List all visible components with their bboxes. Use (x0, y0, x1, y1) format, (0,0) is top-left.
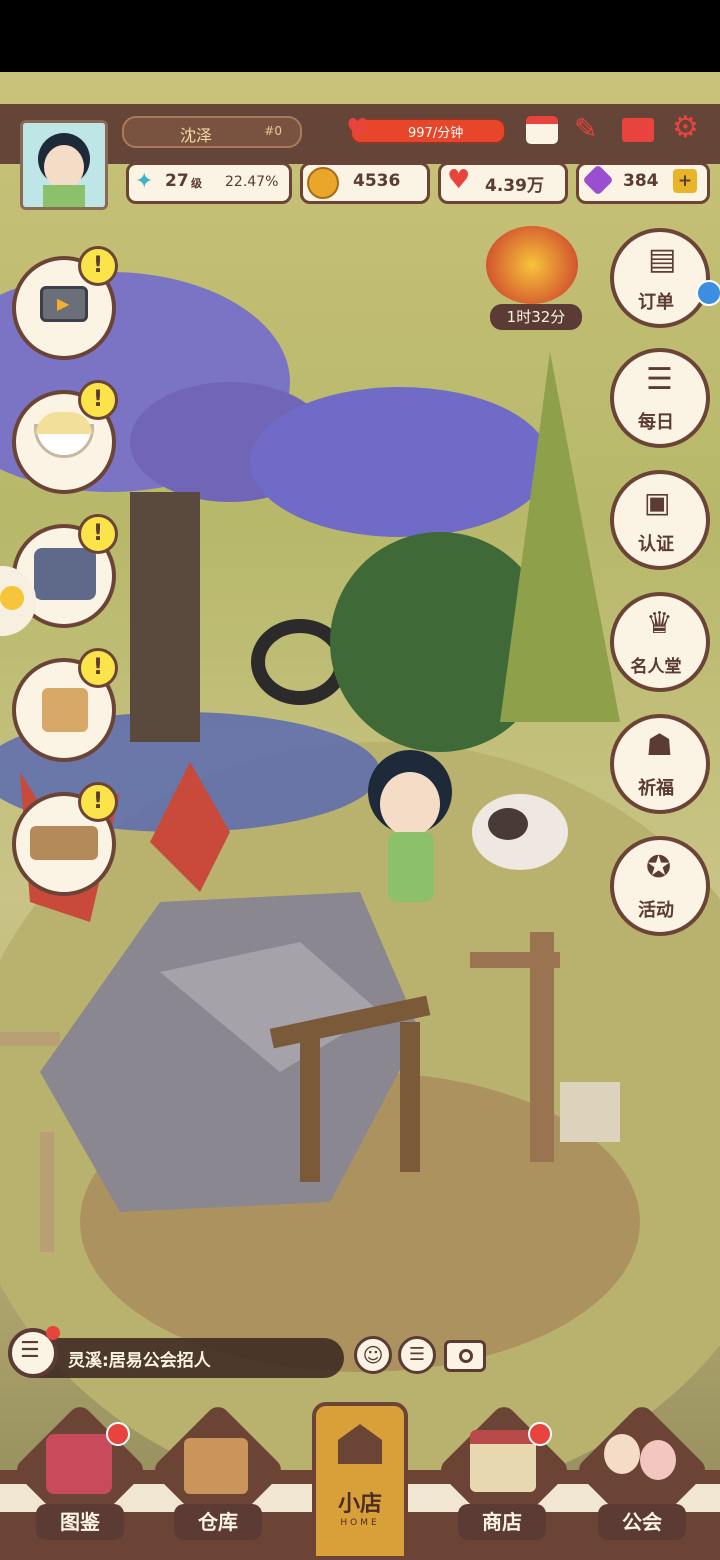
collection-notification-dot (106, 1422, 130, 1446)
gem-icon (582, 164, 614, 196)
broom-icon[interactable]: ✎ (574, 112, 597, 145)
balloon-icon: ✪ (646, 850, 672, 885)
guild-tab[interactable]: 公会 (598, 1504, 686, 1540)
house-icon (338, 1424, 382, 1464)
collection-label: 图鉴 (60, 1510, 100, 1534)
home-shop-tab[interactable]: 小店 HOME (312, 1402, 408, 1560)
basket-icon (42, 688, 88, 732)
machine-icon (34, 548, 96, 600)
player-name-plate[interactable]: 沈泽 #0 (122, 116, 302, 148)
energy-bar[interactable]: ♥ 997/分钟 (346, 114, 506, 144)
emoji-button[interactable]: ☺ (354, 1336, 392, 1374)
pray-label: 祈福 (638, 778, 674, 799)
store-label: 商店 (482, 1510, 522, 1534)
event-badge-icon[interactable] (486, 226, 578, 304)
coin-icon (307, 167, 339, 199)
settings-icon[interactable]: ⚙ (672, 110, 699, 145)
player-id: #0 (264, 124, 282, 138)
pray-button[interactable]: ☗ 祈福 (610, 714, 710, 814)
drawer-icon (0, 586, 24, 610)
book-icon (46, 1434, 112, 1494)
player-level: 27 (165, 171, 189, 191)
play-icon: ▶ (57, 294, 70, 313)
guild-member-icon (604, 1434, 640, 1474)
quick-chat-button[interactable]: ☰ (398, 1336, 436, 1374)
level-unit: 级 (191, 177, 202, 190)
heart-pill[interactable]: ♥ 4.39万 (438, 162, 568, 204)
events-label: 活动 (638, 900, 674, 921)
rice-alert-badge: ! (78, 380, 118, 420)
orders-label: 订单 (638, 292, 674, 313)
warehouse-tab[interactable]: 仓库 (174, 1504, 262, 1540)
rice-icon (36, 412, 92, 434)
chat-bar[interactable]: 灵溪:居易公会招人 (14, 1338, 344, 1378)
certify-label: 认证 (638, 534, 674, 555)
home-sub-label: HOME (340, 1518, 380, 1528)
store-building-icon (470, 1430, 536, 1492)
home-shop-label: 小店 (337, 1492, 382, 1517)
event-timer: 1时32分 (490, 304, 582, 330)
calendar-icon[interactable] (526, 116, 558, 144)
guild-label: 公会 (622, 1510, 662, 1534)
level-pill[interactable]: ✦ 27 级 22.47% (126, 162, 292, 204)
daily-button[interactable]: ☰ 每日 (610, 348, 710, 448)
store-notification-dot (528, 1422, 552, 1446)
status-bar (0, 0, 720, 72)
coin-pill[interactable]: 4536 (300, 162, 430, 204)
heart-count: 4.39万 (485, 176, 544, 196)
chat-bubble-icon: ☰ (20, 1338, 40, 1363)
id-card-icon: ▣ (644, 486, 671, 519)
orders-progress-icon (696, 280, 720, 306)
daily-label: 每日 (638, 412, 674, 433)
chat-message: 灵溪:居易公会招人 (68, 1351, 211, 1371)
player-name: 沈泽 (180, 126, 213, 145)
bathtub-alert-badge: ! (78, 782, 118, 822)
hall-of-fame-button[interactable]: ♛ 名人堂 (610, 592, 710, 692)
heart-icon: ♥ (346, 114, 370, 144)
events-button[interactable]: ✪ 活动 (610, 836, 710, 936)
energy-rate: 997/分钟 (408, 126, 464, 141)
add-gems-button[interactable]: + (673, 169, 697, 193)
mail-icon[interactable] (622, 118, 654, 142)
orders-button[interactable]: ▤ 订单 (610, 228, 710, 328)
trophy-icon: ♛ (646, 606, 673, 641)
tv-alert-badge: ! (78, 246, 118, 286)
daily-list-icon: ☰ (646, 362, 673, 397)
warehouse-label: 仓库 (198, 1510, 238, 1534)
box-icon (184, 1438, 248, 1494)
coin-count: 4536 (353, 171, 401, 191)
bathtub-icon (30, 826, 98, 860)
basket-alert-badge: ! (78, 648, 118, 688)
star-icon: ✦ (135, 169, 154, 194)
gem-count: 384 (623, 171, 659, 191)
meditate-icon: ☗ (646, 728, 673, 763)
player-avatar[interactable] (20, 120, 108, 210)
hall-of-fame-label: 名人堂 (630, 657, 682, 677)
camera-icon[interactable] (444, 1340, 486, 1372)
camera-lens-icon (459, 1349, 473, 1363)
certify-button[interactable]: ▣ 认证 (610, 470, 710, 570)
chat-notification-dot (46, 1326, 60, 1340)
exp-percent: 22.47% (225, 174, 279, 190)
guild-member-2-icon (640, 1440, 676, 1480)
collection-tab[interactable]: 图鉴 (36, 1504, 124, 1540)
store-tab[interactable]: 商店 (458, 1504, 546, 1540)
order-book-icon: ▤ (648, 242, 677, 277)
gem-pill[interactable]: 384 + (576, 162, 710, 204)
heart-currency-icon: ♥ (447, 165, 471, 195)
machine-alert-badge: ! (78, 514, 118, 554)
